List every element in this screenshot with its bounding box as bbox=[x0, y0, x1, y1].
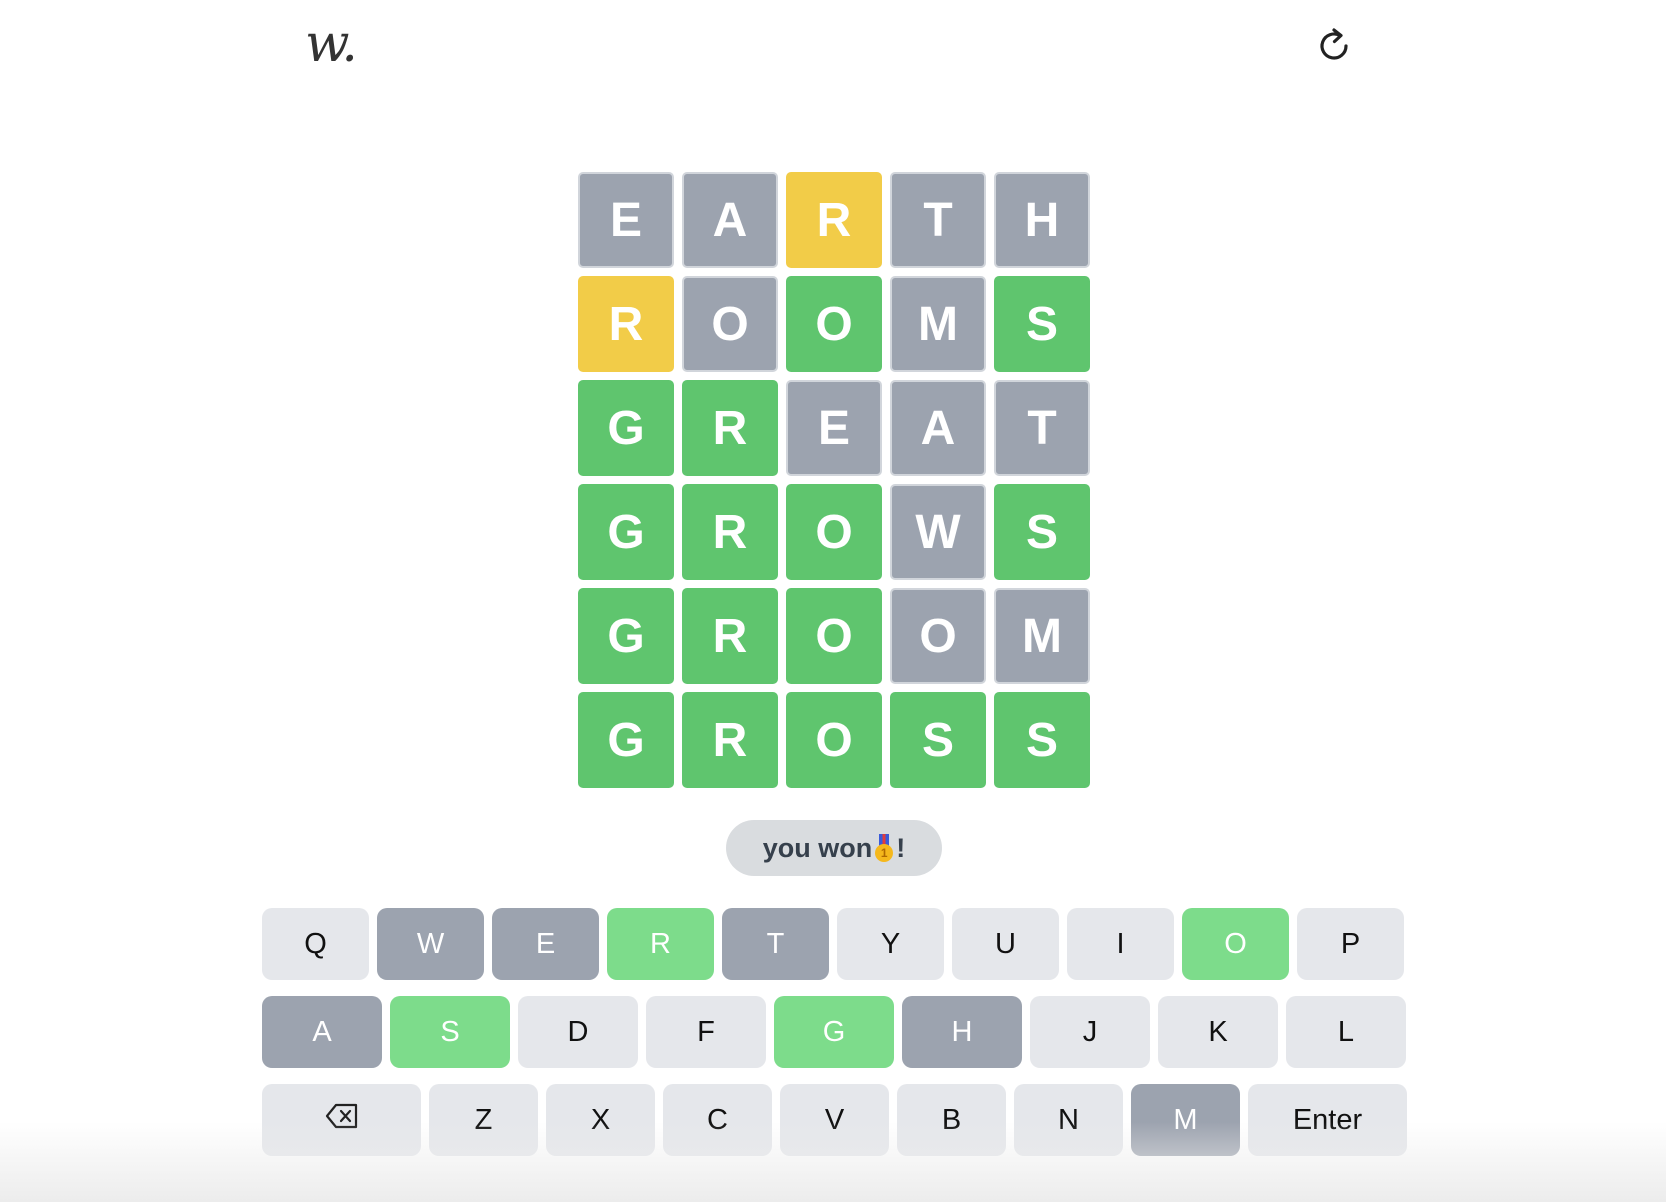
key-q[interactable]: Q bbox=[262, 908, 369, 980]
game-board: EARTHROOMSGREATGROWSGROOMGROSS bbox=[578, 172, 1090, 788]
key-i[interactable]: I bbox=[1067, 908, 1174, 980]
key-l[interactable]: L bbox=[1286, 996, 1406, 1068]
game-page: w. EARTHROOMSGREATGROWSGROOMGROSS you wo… bbox=[0, 0, 1666, 1202]
backspace-icon bbox=[325, 1103, 359, 1137]
board-tile: R bbox=[786, 172, 882, 268]
key-h[interactable]: H bbox=[902, 996, 1022, 1068]
key-o[interactable]: O bbox=[1182, 908, 1289, 980]
board-tile: O bbox=[786, 588, 882, 684]
board-tile: S bbox=[994, 276, 1090, 372]
key-s[interactable]: S bbox=[390, 996, 510, 1068]
board-tile: M bbox=[890, 276, 986, 372]
key-m[interactable]: M bbox=[1131, 1084, 1240, 1156]
win-toast: you won 1 ! bbox=[726, 820, 942, 876]
board-tile: O bbox=[890, 588, 986, 684]
board-tile: H bbox=[994, 172, 1090, 268]
key-r[interactable]: R bbox=[607, 908, 714, 980]
key-p[interactable]: P bbox=[1297, 908, 1404, 980]
board-tile: R bbox=[682, 484, 778, 580]
board-tile: A bbox=[890, 380, 986, 476]
board-tile: R bbox=[682, 588, 778, 684]
win-message-exclaim: ! bbox=[896, 832, 906, 863]
key-k[interactable]: K bbox=[1158, 996, 1278, 1068]
key-d[interactable]: D bbox=[518, 996, 638, 1068]
key-x[interactable]: X bbox=[546, 1084, 655, 1156]
board-tile: W bbox=[890, 484, 986, 580]
board-tile: O bbox=[786, 484, 882, 580]
gold-medal-icon: 1 bbox=[875, 834, 894, 862]
board-tile: R bbox=[682, 380, 778, 476]
board-tile: S bbox=[994, 692, 1090, 788]
board-tile: M bbox=[994, 588, 1090, 684]
keyboard-row-1: QWERTYUIOP bbox=[262, 908, 1412, 980]
key-g[interactable]: G bbox=[774, 996, 894, 1068]
key-n[interactable]: N bbox=[1014, 1084, 1123, 1156]
board-tile: G bbox=[578, 692, 674, 788]
key-t[interactable]: T bbox=[722, 908, 829, 980]
board-tile: T bbox=[994, 380, 1090, 476]
key-u[interactable]: U bbox=[952, 908, 1059, 980]
board-tile: A bbox=[682, 172, 778, 268]
key-v[interactable]: V bbox=[780, 1084, 889, 1156]
reload-icon[interactable] bbox=[1310, 22, 1358, 70]
board-tile: G bbox=[578, 380, 674, 476]
key-f[interactable]: F bbox=[646, 996, 766, 1068]
logo: w. bbox=[305, 14, 358, 74]
board-tile: S bbox=[994, 484, 1090, 580]
key-j[interactable]: J bbox=[1030, 996, 1150, 1068]
key-y[interactable]: Y bbox=[837, 908, 944, 980]
board-tile: E bbox=[786, 380, 882, 476]
backspace-key[interactable] bbox=[262, 1084, 421, 1156]
board-tile: R bbox=[578, 276, 674, 372]
key-a[interactable]: A bbox=[262, 996, 382, 1068]
board-tile: O bbox=[786, 692, 882, 788]
enter-key[interactable]: Enter bbox=[1248, 1084, 1407, 1156]
keyboard-row-2: ASDFGHJKL bbox=[262, 996, 1414, 1068]
key-e[interactable]: E bbox=[492, 908, 599, 980]
board-tile: R bbox=[682, 692, 778, 788]
win-message: you won bbox=[762, 832, 873, 863]
key-z[interactable]: Z bbox=[429, 1084, 538, 1156]
board-tile: O bbox=[682, 276, 778, 372]
board-tile: T bbox=[890, 172, 986, 268]
board-tile: G bbox=[578, 588, 674, 684]
board-tile: G bbox=[578, 484, 674, 580]
key-b[interactable]: B bbox=[897, 1084, 1006, 1156]
key-c[interactable]: C bbox=[663, 1084, 772, 1156]
board-tile: O bbox=[786, 276, 882, 372]
keyboard-row-3: Z X C V B N M Enter bbox=[262, 1084, 1415, 1156]
key-w[interactable]: W bbox=[377, 908, 484, 980]
board-tile: E bbox=[578, 172, 674, 268]
board-tile: S bbox=[890, 692, 986, 788]
